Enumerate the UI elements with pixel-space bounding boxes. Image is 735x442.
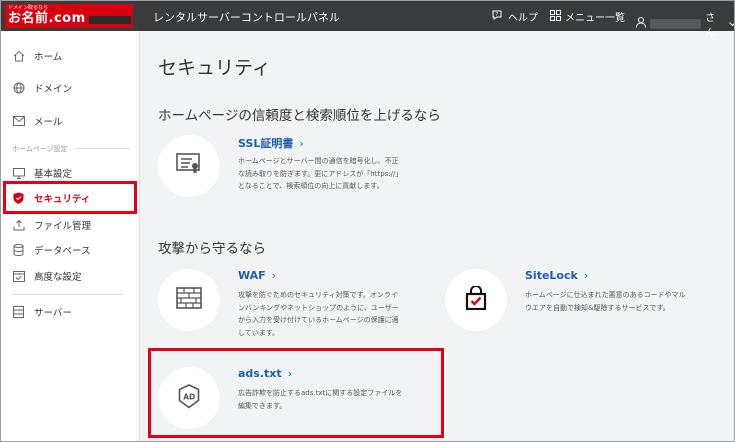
sidebar-item-file-manager[interactable]: ファイル管理 [1,212,140,238]
sitelock-card[interactable]: SiteLock › ホームページに仕込まれた悪意のあるコードやマル ウエアを自動… [445,269,734,339]
sidebar-item-home[interactable]: ホーム [1,43,140,69]
section-heading-seo: ホームページの信頼度と検索順位を上げるなら [158,108,441,124]
user-name-masked [650,19,702,29]
lock-bag-icon [465,285,487,314]
sidebar-item-label: サーバー [34,308,72,319]
desc-line: から入力を受け付けているホームページの保護に適 [238,316,399,324]
sidebar-section-label: ホームページ設定 [12,145,130,153]
onamae-logo[interactable]: ドメイン取るなら お名前.com [5,4,133,28]
sitelock-description: ホームページに仕込まれた悪意のあるコードやマル ウエアを自動で検知&駆除するサー… [525,289,686,314]
menu-list-button[interactable]: メニュー一覧 [550,9,625,24]
desc-line: ホームページとサーバー間の通信を暗号化し、不正 [238,157,399,165]
section-heading-attack: 攻撃から守るなら [158,241,266,257]
user-icon [636,17,646,31]
sidebar-item-label: データベース [34,246,91,257]
waf-card[interactable]: WAF › 攻撃を防ぐためのセキュリティ対策です。オンライ ンバンキングやネットシ… [158,269,448,349]
main-content: セキュリティ ホームページの信頼度と検索順位を上げるなら SSL証明書 › ホーム… [141,31,734,441]
server-icon [12,306,25,319]
chevron-down-icon [729,19,734,30]
desc-line: ホームページに仕込まれた悪意のあるコードやマル [525,291,686,299]
sidebar: ホーム ドメイン メール ホームページ設定 基本設定 セキュリティ ファイル管理… [1,31,140,441]
chevron-right-icon: › [271,269,277,282]
ssl-icon-circle [158,135,220,197]
page-title: セキュリティ [158,57,271,79]
app-window: ドメイン取るなら お名前.com レンタルサーバーコントロールパネル ? ヘルプ… [0,0,735,442]
security-highlight-box [3,181,137,214]
waf-title[interactable]: WAF › [238,269,276,282]
sidebar-item-label: メール [34,117,63,128]
waf-title-text: WAF [238,269,266,282]
settings-window-icon [12,270,25,283]
sitelock-icon-circle [445,269,507,331]
chevron-right-icon: › [583,269,589,282]
sitelock-title-text: SiteLock [525,269,578,282]
upload-icon [12,219,25,232]
home-icon [12,50,25,63]
sidebar-item-label: 基本設定 [34,169,73,180]
sidebar-item-mail[interactable]: メール [1,108,140,134]
ads-txt-highlight-box [148,348,444,438]
ssl-title[interactable]: SSL証明書 › [238,135,304,151]
sidebar-item-server[interactable]: サーバー [1,299,140,325]
certificate-icon [176,153,202,179]
database-icon [12,244,25,257]
mail-icon [12,115,25,128]
desc-line: 攻撃を防ぐためのセキュリティ対策です。オンライ [238,291,398,299]
app-title: レンタルサーバーコントロールパネル [153,11,340,24]
waf-description: 攻撃を防ぐためのセキュリティ対策です。オンライ ンバンキングやネットショップのよ… [238,289,399,339]
desc-line: な読み取りを防ぎます。更にアドレスが「https://」 [238,169,403,178]
grid-icon [550,9,561,24]
brick-wall-icon [176,287,202,313]
chevron-right-icon: › [299,137,304,150]
ssl-title-text: SSL証明書 [238,137,294,150]
logo-highlight [89,16,131,24]
desc-line: ンバンキングやネットショップのように、ユーザー [238,303,399,312]
ssl-card[interactable]: SSL証明書 › ホームページとサーバー間の通信を暗号化し、不正 な読み取りを防ぎ… [158,135,458,205]
sidebar-item-label: ファイル管理 [34,221,92,232]
desc-line: となることで、検索順位の向上に貢献します。 [238,182,384,190]
sitelock-title[interactable]: SiteLock › [525,269,588,282]
desc-line: しています。 [238,328,280,337]
ssl-description: ホームページとサーバー間の通信を暗号化し、不正 な読み取りを防ぎます。更にアドレ… [238,155,402,193]
svg-text:?: ? [496,12,499,18]
top-bar: ドメイン取るなら お名前.com レンタルサーバーコントロールパネル ? ヘルプ… [1,1,734,39]
sidebar-item-database[interactable]: データベース [1,237,140,263]
desc-line: ウエアを自動で検知&駆除するサービスです。 [525,303,670,312]
sidebar-item-advanced-settings[interactable]: 高度な設定 [1,263,140,289]
sidebar-item-label: ドメイン [34,84,73,95]
monitor-icon [12,167,25,180]
sidebar-item-domain[interactable]: ドメイン [1,75,140,101]
sidebar-item-label: 高度な設定 [34,272,82,283]
menu-label: メニュー一覧 [565,13,625,24]
help-chat-icon: ? [492,10,504,24]
sidebar-item-label: ホーム [34,52,63,63]
help-link[interactable]: ? ヘルプ [492,9,538,24]
sidebar-divider [11,294,123,295]
globe-icon [12,82,25,95]
waf-icon-circle [158,269,220,331]
help-label: ヘルプ [508,13,538,24]
